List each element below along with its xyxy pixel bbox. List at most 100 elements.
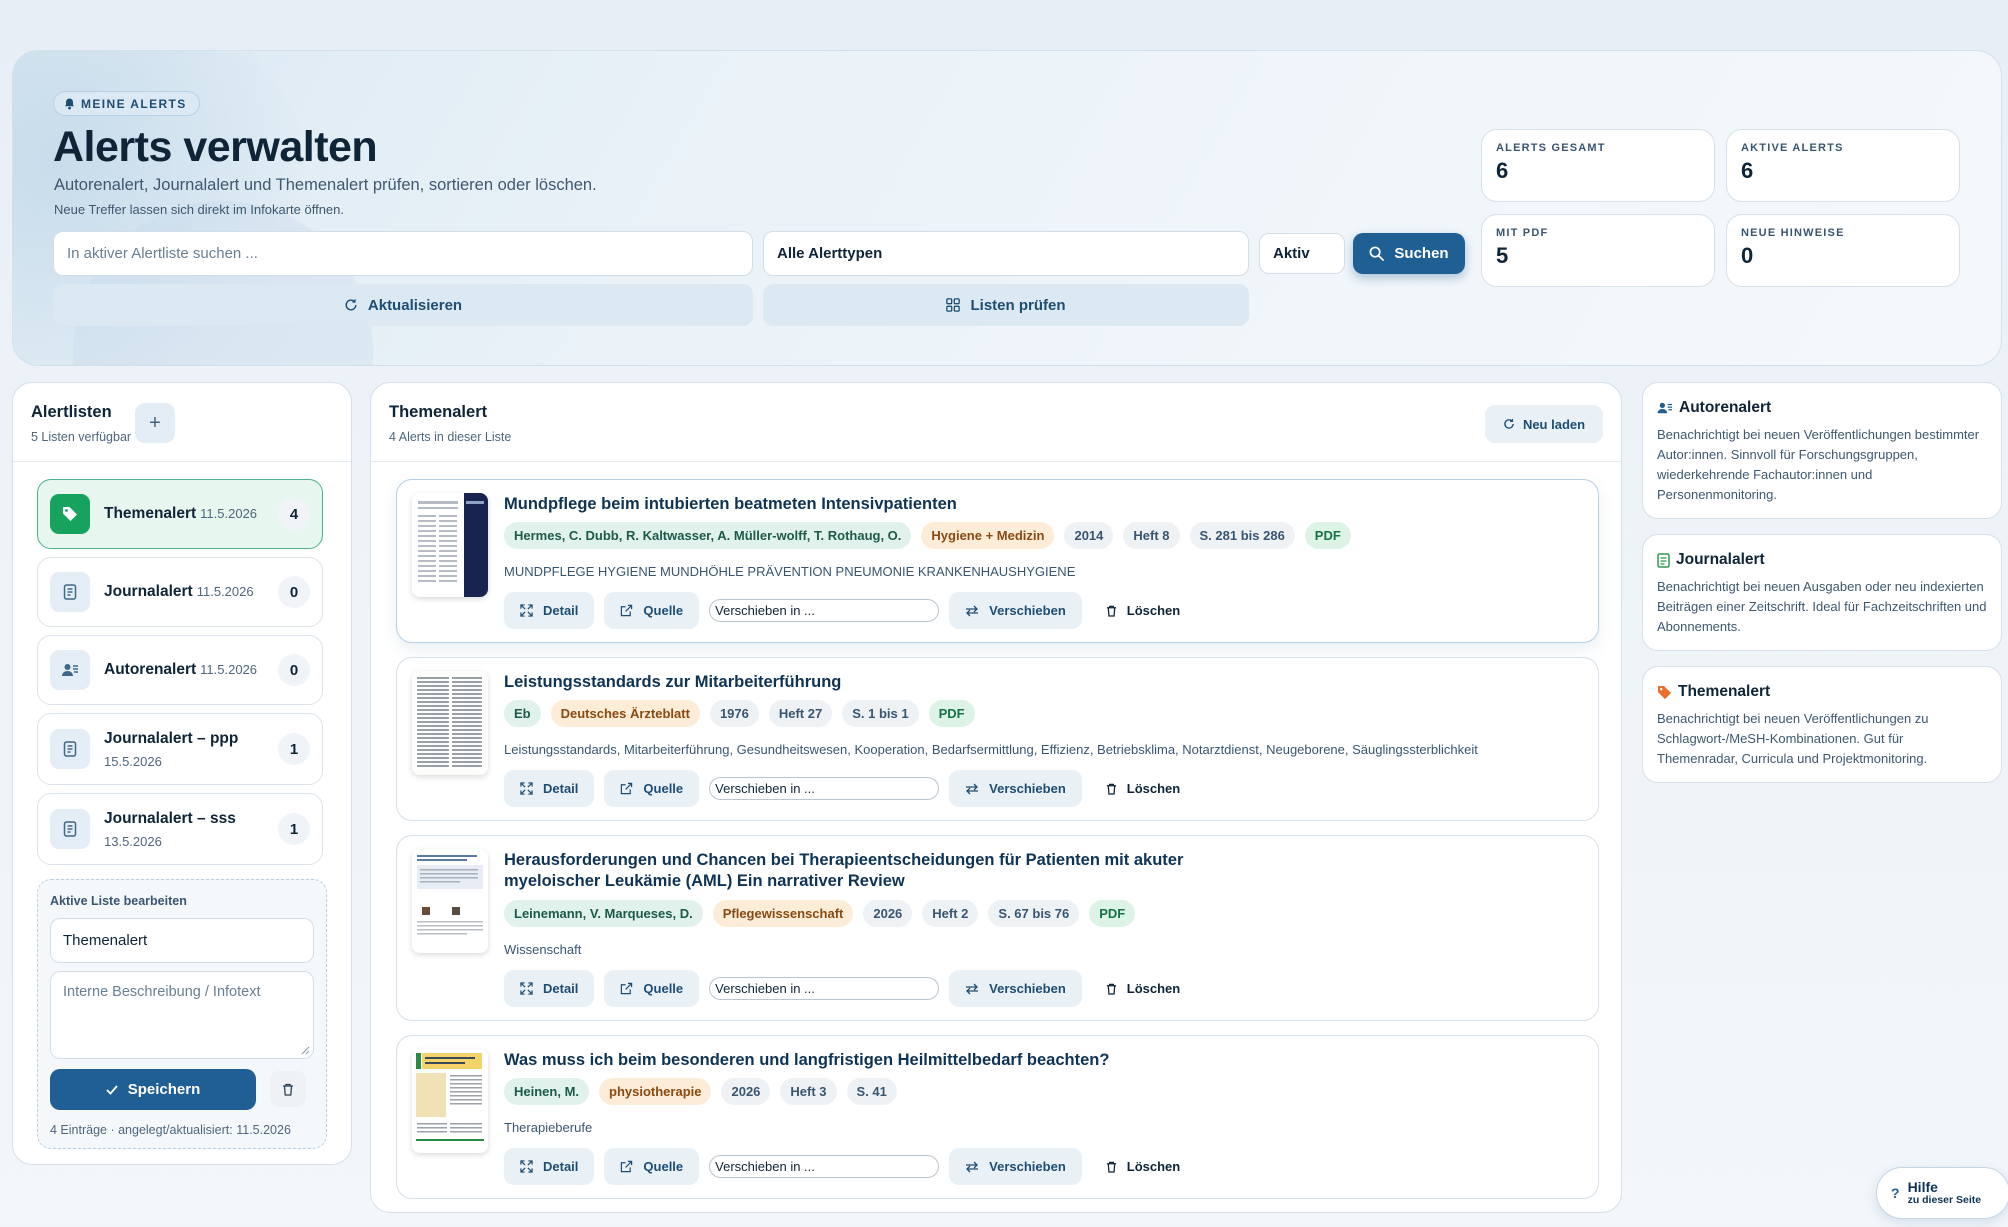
info-card-title-text: Autorenalert: [1679, 399, 1772, 416]
sidebar-item-autorenalert[interactable]: Autorenalert 11.5.2026 0: [37, 635, 323, 705]
check-lists-button[interactable]: Listen prüfen: [763, 284, 1249, 326]
alert-card[interactable]: Herausforderungen und Chancen bei Therap…: [396, 835, 1599, 1021]
delete-button[interactable]: Löschen: [1092, 603, 1194, 618]
grid-icon: [946, 298, 961, 312]
move-button[interactable]: Verschieben: [949, 1148, 1082, 1185]
source-button[interactable]: Quelle: [604, 970, 700, 1007]
alert-keywords: Leistungsstandards, Mitarbeiterführung, …: [504, 742, 1478, 757]
count-badge: 0: [278, 654, 310, 686]
detail-label: Detail: [543, 781, 579, 796]
move-label: Verschieben: [989, 981, 1066, 996]
source-button[interactable]: Quelle: [604, 592, 700, 629]
hero-panel: MEINE ALERTS Alerts verwalten Autorenale…: [12, 50, 2002, 366]
refresh-icon: [344, 298, 358, 312]
source-button[interactable]: Quelle: [604, 770, 700, 807]
alert-actions: Detail Quelle Verschieben in ... Verschi…: [504, 1148, 1194, 1185]
help-button[interactable]: ? Hilfe zu dieser Seite: [1876, 1167, 2008, 1219]
move-label: Verschieben: [989, 603, 1066, 618]
alert-card[interactable]: Mundpflege beim intubierten beatmeten In…: [396, 479, 1599, 643]
alert-actions: Detail Quelle Verschieben in ... Verschi…: [504, 970, 1194, 1007]
count-badge: 1: [278, 813, 310, 845]
stat-label: ALERTS GESAMT: [1496, 142, 1606, 154]
delete-button[interactable]: Löschen: [1092, 781, 1194, 796]
year-chip: 2026: [863, 900, 913, 927]
alert-title[interactable]: Leistungsstandards zur Mitarbeiterführun…: [504, 672, 1224, 693]
check-lists-label: Listen prüfen: [970, 296, 1066, 314]
search-button[interactable]: Suchen: [1353, 233, 1465, 274]
delete-label: Löschen: [1126, 1159, 1181, 1174]
resize-handle-icon[interactable]: [301, 1046, 310, 1055]
trash-icon: [282, 1083, 294, 1096]
move-button[interactable]: Verschieben: [949, 770, 1082, 807]
move-target-input[interactable]: Verschieben in ...: [709, 977, 940, 1000]
alert-list-panel: Themenalert 4 Alerts in dieser Liste Neu…: [370, 382, 1622, 1213]
sidebar-item-journalalert-sss[interactable]: Journalalert – sss 13.5.2026 1: [37, 793, 323, 865]
alert-type-value: Alle Alerttypen: [777, 245, 883, 262]
swap-icon: [965, 783, 979, 795]
list-description-textarea[interactable]: Interne Beschreibung / Infotext: [50, 971, 314, 1059]
external-link-icon: [620, 1160, 633, 1173]
detail-label: Detail: [543, 1159, 579, 1174]
sidebar-item-journalalert[interactable]: Journalalert 11.5.2026 0: [37, 557, 323, 627]
trash-icon: [1106, 783, 1117, 795]
save-button[interactable]: Speichern: [50, 1069, 256, 1110]
status-select[interactable]: Aktiv: [1259, 233, 1345, 274]
sidebar-item-label: Journalalert: [104, 583, 193, 600]
stat-value: 6: [1496, 158, 1509, 183]
add-list-button[interactable]: +: [135, 403, 175, 443]
refresh-button[interactable]: Aktualisieren: [53, 284, 753, 326]
alert-type-select[interactable]: Alle Alerttypen: [763, 231, 1249, 276]
list-name-value: Themenalert: [63, 932, 148, 949]
sidebar-item-date: 11.5.2026: [200, 506, 258, 521]
description-placeholder: Interne Beschreibung / Infotext: [63, 984, 261, 1000]
expand-icon: [520, 1160, 533, 1173]
detail-button[interactable]: Detail: [504, 592, 595, 629]
pdf-chip: PDF: [1304, 522, 1351, 549]
info-card-themenalert: Themenalert Benachrichtigt bei neuen Ver…: [1642, 666, 2002, 783]
alert-title[interactable]: Was muss ich beim besonderen und langfri…: [504, 1050, 1224, 1071]
count-badge: 1: [278, 733, 310, 765]
tag-icon: [1657, 685, 1672, 700]
move-label: Verschieben: [989, 781, 1066, 796]
source-chip: physiotherapie: [599, 1078, 712, 1105]
check-icon: [106, 1084, 118, 1095]
tag-icon: [50, 494, 90, 534]
divider: [13, 461, 351, 462]
alert-title[interactable]: Herausforderungen und Chancen bei Therap…: [504, 850, 1224, 892]
alert-card[interactable]: Was muss ich beim besonderen und langfri…: [396, 1035, 1599, 1199]
info-card-title: Autorenalert: [1657, 399, 1987, 417]
alert-title[interactable]: Mundpflege beim intubierten beatmeten In…: [504, 494, 1224, 515]
divider: [371, 461, 1621, 462]
alert-card[interactable]: Leistungsstandards zur Mitarbeiterführun…: [396, 657, 1599, 821]
info-card-title-text: Themenalert: [1678, 683, 1771, 700]
source-button[interactable]: Quelle: [604, 1148, 700, 1185]
delete-button[interactable]: Löschen: [1092, 981, 1194, 996]
list-name-input[interactable]: Themenalert: [50, 918, 314, 963]
sidebar-item-journalalert-ppp[interactable]: Journalalert – ppp 15.5.2026 1: [37, 713, 323, 785]
move-target-input[interactable]: Verschieben in ...: [709, 1155, 940, 1178]
delete-label: Löschen: [1126, 781, 1181, 796]
detail-button[interactable]: Detail: [504, 970, 595, 1007]
delete-list-button[interactable]: [270, 1071, 306, 1107]
delete-button[interactable]: Löschen: [1092, 1159, 1194, 1174]
alert-actions: Detail Quelle Verschieben in ... Verschi…: [504, 592, 1194, 629]
alert-keywords: Therapieberufe: [504, 1120, 593, 1135]
sidebar-item-date: 11.5.2026: [196, 584, 254, 599]
reload-button[interactable]: Neu laden: [1485, 405, 1603, 443]
move-button[interactable]: Verschieben: [949, 592, 1082, 629]
help-sublabel: zu dieser Seite: [1907, 1194, 1982, 1206]
sidebar-item-themenalert[interactable]: Themenalert 11.5.2026 4: [37, 479, 323, 549]
edit-list-panel: Aktive Liste bearbeiten Themenalert Inte…: [37, 879, 327, 1149]
search-input[interactable]: In aktiver Alertliste suchen ...: [53, 231, 753, 276]
move-target-input[interactable]: Verschieben in ...: [709, 777, 940, 800]
page-subtitle: Autorenalert, Journalalert und Themenale…: [54, 176, 597, 194]
alert-meta: Eb Deutsches Ärzteblatt 1976 Heft 27 S. …: [504, 700, 975, 727]
info-card-title: Journalalert: [1657, 551, 1987, 569]
move-placeholder: Verschieben in ...: [715, 981, 815, 996]
stat-label: NEUE HINWEISE: [1741, 227, 1845, 239]
article-thumbnail: [412, 493, 488, 597]
move-button[interactable]: Verschieben: [949, 970, 1082, 1007]
detail-button[interactable]: Detail: [504, 1148, 595, 1185]
move-target-input[interactable]: Verschieben in ...: [709, 599, 940, 622]
detail-button[interactable]: Detail: [504, 770, 595, 807]
